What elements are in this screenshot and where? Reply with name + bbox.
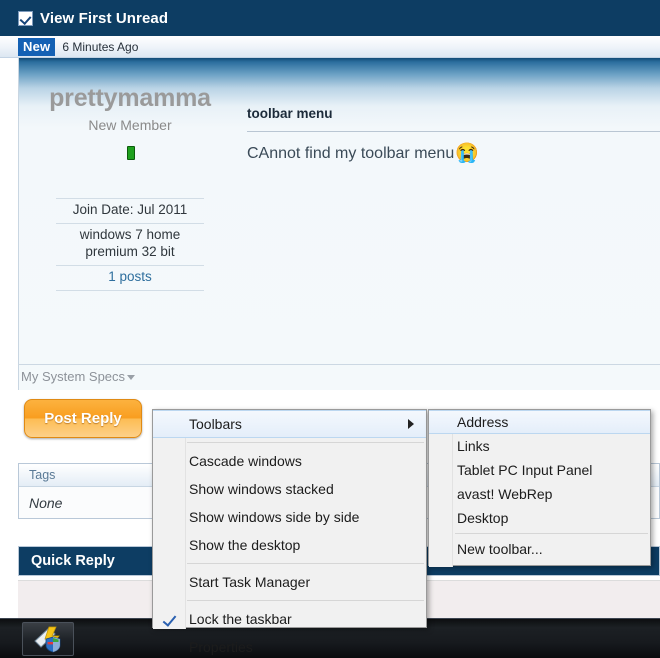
stat-join-date: Join Date: Jul 2011	[56, 198, 204, 224]
view-first-unread-bar: View First Unread	[0, 0, 660, 36]
my-system-specs-link[interactable]: My System Specs	[21, 369, 136, 384]
menu-item-cascade-windows[interactable]: Cascade windows	[153, 447, 426, 475]
menu-item-show-windows-side-by-side-label: Show windows side by side	[189, 509, 360, 525]
system-specs-bar: My System Specs	[18, 364, 660, 390]
submenu-item-tablet-pc-input-panel-label: Tablet PC Input Panel	[457, 462, 593, 478]
post-user-panel: prettymamma New Member Join Date: Jul 20…	[19, 58, 241, 388]
post-reply-button[interactable]: Post Reply	[24, 399, 142, 438]
online-status-icon	[127, 146, 135, 160]
chevron-down-icon	[127, 375, 136, 381]
menu-item-toolbars-label: Toolbars	[189, 416, 242, 432]
view-first-unread-label: View First Unread	[40, 9, 169, 27]
post-meta-strip: New 6 Minutes Ago	[0, 36, 660, 58]
view-first-unread-link[interactable]: View First Unread	[18, 0, 168, 36]
submenu-item-address[interactable]: Address	[429, 410, 650, 434]
post-meta-inner: New 6 Minutes Ago	[18, 36, 138, 58]
submenu-item-new-toolbar[interactable]: New toolbar...	[429, 537, 650, 561]
menu-item-start-task-manager[interactable]: Start Task Manager	[153, 568, 426, 596]
menu-item-start-task-manager-label: Start Task Manager	[189, 574, 311, 590]
crying-face-icon: 😭	[455, 143, 479, 164]
my-system-specs-label: My System Specs	[21, 369, 126, 384]
taskbar-context-menu: Toolbars Cascade windows Show windows st…	[152, 409, 427, 655]
stat-os: windows 7 home premium 32 bit	[56, 224, 204, 266]
post-title: toolbar menu	[247, 106, 333, 121]
toolbars-submenu: Address Links Tablet PC Input Panel avas…	[428, 409, 651, 567]
post-body-text: CAnnot find my toolbar menu	[247, 144, 455, 162]
submenu-item-new-toolbar-label: New toolbar...	[457, 541, 543, 557]
submenu-item-desktop[interactable]: Desktop	[429, 506, 650, 530]
menu-item-show-the-desktop[interactable]: Show the desktop	[153, 531, 426, 559]
page-root: View First Unread New 6 Minutes Ago pret…	[0, 0, 660, 658]
post-timestamp: 6 Minutes Ago	[62, 40, 139, 54]
checkbox-checked-icon	[18, 10, 33, 26]
submenu-item-links-label: Links	[457, 438, 490, 454]
submenu-item-desktop-label: Desktop	[457, 510, 509, 526]
taskbar-button-avast[interactable]	[22, 622, 74, 656]
menu-item-show-windows-stacked-label: Show windows stacked	[189, 481, 334, 497]
quick-reply-title: Quick Reply	[31, 553, 115, 569]
post-content-panel: toolbar menu CAnnot find my toolbar menu…	[247, 58, 660, 388]
submenu-separator	[455, 533, 648, 534]
submenu-item-avast-webrep[interactable]: avast! WebRep	[429, 482, 650, 506]
menu-item-show-the-desktop-label: Show the desktop	[189, 537, 301, 553]
menu-item-properties-label: Properties	[189, 639, 253, 655]
stat-posts[interactable]: 1 posts	[56, 266, 204, 291]
menu-item-properties[interactable]: Properties	[153, 633, 426, 658]
menu-separator	[187, 563, 424, 564]
post-title-divider	[247, 131, 660, 132]
new-badge: New	[18, 38, 56, 56]
menu-item-lock-the-taskbar[interactable]: Lock the taskbar	[153, 605, 426, 633]
checkmark-icon	[164, 613, 176, 625]
submenu-item-links[interactable]: Links	[429, 434, 650, 458]
user-title: New Member	[88, 117, 172, 133]
submenu-item-tablet-pc-input-panel[interactable]: Tablet PC Input Panel	[429, 458, 650, 482]
menu-separator	[187, 442, 424, 443]
submenu-item-avast-webrep-label: avast! WebRep	[457, 486, 553, 502]
submenu-item-address-label: Address	[457, 414, 509, 430]
username[interactable]: prettymamma	[19, 84, 241, 113]
menu-item-lock-the-taskbar-label: Lock the taskbar	[189, 611, 292, 627]
avast-shield-icon	[34, 626, 61, 653]
menu-separator	[187, 600, 424, 601]
menu-item-show-windows-side-by-side[interactable]: Show windows side by side	[153, 503, 426, 531]
chevron-right-icon	[408, 419, 414, 429]
menu-item-cascade-windows-label: Cascade windows	[189, 453, 302, 469]
post-body: CAnnot find my toolbar menu 😭	[247, 144, 479, 163]
user-stats: Join Date: Jul 2011 windows 7 home premi…	[56, 198, 204, 291]
post-container: prettymamma New Member Join Date: Jul 20…	[18, 58, 660, 388]
menu-item-toolbars[interactable]: Toolbars	[153, 410, 426, 438]
menu-item-show-windows-stacked[interactable]: Show windows stacked	[153, 475, 426, 503]
